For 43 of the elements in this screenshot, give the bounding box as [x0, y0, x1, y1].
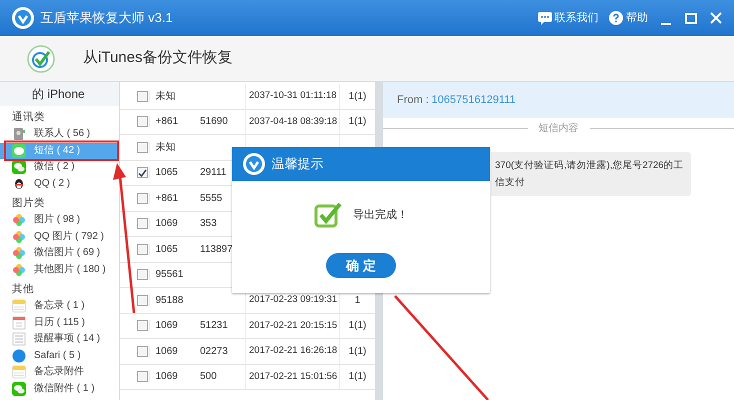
table-cell: 1069	[156, 346, 178, 357]
section-title: 短信内容	[538, 122, 578, 136]
table-cell: 113897	[200, 244, 233, 255]
table-cell: 95561	[156, 269, 184, 280]
table-cell: 2017-02-23 09:19:31	[249, 293, 338, 308]
table-cell: 2037-10-31 01:11:18	[249, 89, 337, 104]
table-cell: 51690	[200, 116, 228, 128]
window-title: 互盾苹果恢复大师 v3.1	[40, 9, 173, 28]
table-cell: 2037-04-18 08:39:18	[249, 114, 338, 129]
dialog-message: 导出完成！	[353, 208, 408, 223]
table-cell: 500	[200, 371, 217, 382]
table-cell: 1	[354, 294, 360, 306]
table-cell: 1069	[156, 371, 178, 382]
sender-number: 10657516129111	[432, 92, 516, 108]
table-cell: 95188	[156, 294, 184, 306]
table-cell: +861	[156, 192, 178, 204]
table-cell: 2017-02-21 15:01:56	[249, 370, 338, 384]
table-cell: 353	[200, 218, 217, 230]
table-cell: 5555	[200, 192, 222, 204]
table-cell: 2017-02-21 20:15:15	[249, 318, 338, 333]
table-cell: 1(1)	[348, 90, 366, 102]
table-cell: 1069	[156, 320, 178, 332]
table-cell: 1065	[156, 167, 178, 178]
table-cell: 51231	[200, 320, 228, 332]
table-cell: 未知	[156, 90, 176, 102]
table-cell: 1(1)	[348, 320, 366, 332]
category-label: 其他	[11, 282, 35, 297]
table-cell: +861	[156, 116, 178, 128]
table-cell: 1(1)	[348, 346, 366, 357]
table-cell: 1065	[156, 244, 178, 255]
category-label: 图片类	[11, 196, 46, 211]
table-cell: 未知	[156, 142, 176, 153]
category-label: 通讯类	[11, 110, 46, 125]
from-label: From :	[397, 92, 429, 108]
table-cell: 1069	[156, 218, 178, 230]
table-cell: 1(1)	[348, 371, 366, 382]
table-cell: 2017-02-21 16:26:18	[249, 344, 338, 358]
table-cell: 1(1)	[348, 116, 366, 128]
table-cell: 02273	[200, 346, 228, 357]
dialog-title: 温馨提示	[272, 155, 324, 174]
message-bubble: 370(支付验证码,请勿泄露),您尾号2726的工 信支付	[491, 152, 691, 196]
table-cell: 29111	[200, 167, 226, 178]
toolbar-title: 从iTunes备份文件恢复	[83, 48, 232, 68]
